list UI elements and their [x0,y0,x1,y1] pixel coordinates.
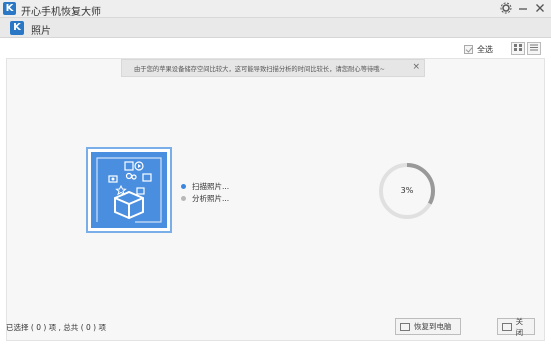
scan-step-analyzing: 分析照片... [181,192,229,204]
scan-step-scanning: 扫描照片... [181,180,229,192]
scan-steps: 扫描照片... 分析照片... [181,180,229,204]
progress-ring: 3% [376,160,438,222]
app-logo: K [3,2,16,15]
window-controls [499,2,547,16]
minimize-icon[interactable] [516,2,530,16]
close-button[interactable]: 关闭 [497,316,535,337]
recover-to-computer-button[interactable]: 恢复到电脑 [395,318,461,335]
select-all-checkbox[interactable] [464,45,473,54]
step-pending-dot [181,195,186,201]
recover-button-label: 恢复到电脑 [414,322,452,331]
select-all-toggle[interactable]: 全选 [464,44,493,55]
section-header: K 照片 [0,18,551,38]
status-bar: 已选择 ( 0 ) 项 , 总共 ( 0 ) 项 恢复到电脑 关闭 [0,316,551,338]
view-mode-switch [511,42,541,55]
toolbar: 全选 [6,39,545,59]
computer-icon [400,322,410,331]
step-label: 扫描照片... [192,181,230,191]
list-view-icon[interactable] [527,42,541,55]
step-active-dot [181,183,186,189]
selection-count: 已选择 ( 0 ) 项 , 总共 ( 0 ) 项 [6,323,106,332]
photo-scan-illustration [86,147,172,233]
storage-notice: 由于您的苹果设备储存空间比较大，这可能导致扫描分析的时间比较长，请您耐心等待哦~… [121,59,425,77]
grid-view-icon[interactable] [511,42,525,55]
page-title: 照片 [31,26,51,37]
progress-percent: 3% [400,186,414,195]
exit-icon [502,322,512,331]
app-title: 开心手机恢复大师 [21,7,101,18]
close-icon[interactable] [533,2,547,16]
close-button-label: 关闭 [515,316,524,337]
select-all-label: 全选 [477,45,493,54]
title-bar: K 开心手机恢复大师 [0,0,551,18]
section-logo: K [10,21,24,35]
step-label: 分析照片... [192,193,230,203]
settings-icon[interactable] [499,2,513,16]
notice-close-icon[interactable]: × [412,62,420,72]
scan-illustration-graphic [91,152,167,228]
scan-panel: 由于您的苹果设备储存空间比较大，这可能导致扫描分析的时间比较长，请您耐心等待哦~… [6,58,545,341]
notice-text: 由于您的苹果设备储存空间比较大，这可能导致扫描分析的时间比较长，请您耐心等待哦~ [134,66,385,73]
